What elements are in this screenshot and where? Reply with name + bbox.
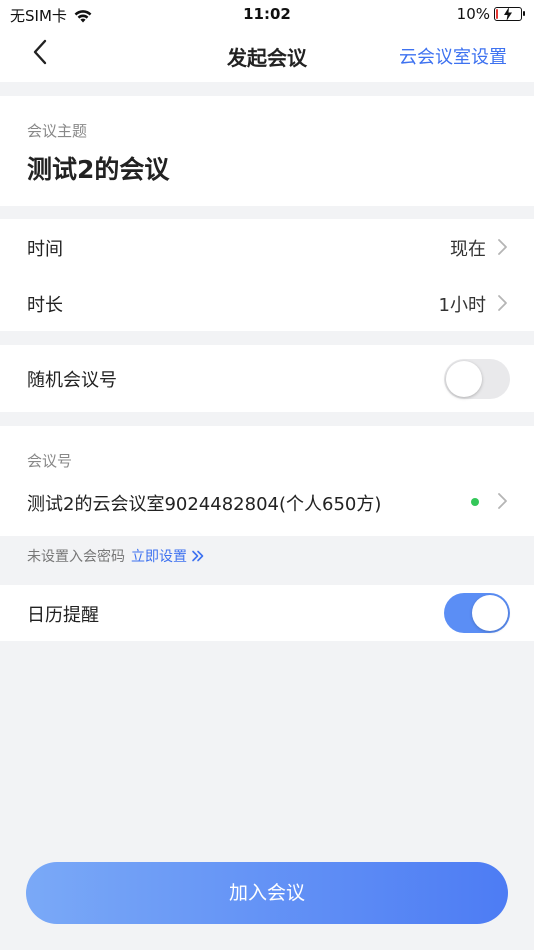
meeting-room-card[interactable]: 会议号 测试2的云会议室9024482804(个人650方)	[0, 426, 534, 536]
topic-input[interactable]: 测试2的会议	[27, 150, 169, 186]
password-hint: 未设置入会密码 立即设置	[27, 546, 205, 566]
status-right: 10%	[456, 5, 525, 23]
nav-bar: 发起会议 云会议室设置	[0, 28, 534, 82]
online-status-dot	[471, 498, 479, 506]
random-id-label: 随机会议号	[27, 370, 117, 391]
password-hint-text: 未设置入会密码	[27, 549, 125, 565]
meeting-room-value: 测试2的云会议室9024482804(个人650方)	[27, 494, 382, 515]
topic-card: 会议主题 测试2的会议	[0, 96, 534, 206]
topic-label: 会议主题	[27, 122, 88, 140]
status-time: 11:02	[243, 5, 291, 23]
calendar-reminder-card: 日历提醒	[0, 585, 534, 641]
schedule-card: 时间 现在 时长 1小时	[0, 219, 534, 331]
battery-percent: 10%	[456, 5, 490, 23]
time-label: 时间	[27, 239, 63, 260]
duration-value: 1小时	[438, 295, 486, 316]
battery-icon	[494, 7, 525, 21]
duration-label: 时长	[27, 295, 63, 316]
back-chevron-icon[interactable]	[28, 38, 52, 66]
random-id-card: 随机会议号	[0, 345, 534, 412]
battery-fill	[496, 9, 498, 19]
random-id-toggle[interactable]	[444, 359, 510, 399]
time-value: 现在	[450, 239, 486, 260]
cloud-room-settings-link[interactable]: 云会议室设置	[399, 43, 507, 69]
chevron-right-icon	[498, 493, 507, 509]
set-password-link[interactable]: 立即设置	[131, 546, 187, 566]
duration-row[interactable]: 时长 1小时	[0, 275, 534, 331]
status-bar: 无SIM卡 11:02 10%	[0, 0, 534, 28]
toggle-knob	[446, 361, 482, 397]
meeting-room-label: 会议号	[27, 452, 73, 470]
toggle-knob	[472, 595, 508, 631]
time-row[interactable]: 时间 现在	[0, 219, 534, 275]
join-meeting-button[interactable]: 加入会议	[26, 862, 508, 924]
chevron-right-icon	[498, 295, 507, 311]
calendar-reminder-toggle[interactable]	[444, 593, 510, 633]
double-chevron-right-icon[interactable]	[191, 550, 205, 562]
chevron-right-icon	[498, 239, 507, 255]
calendar-reminder-label: 日历提醒	[27, 605, 99, 626]
charging-bolt-icon	[504, 7, 512, 21]
